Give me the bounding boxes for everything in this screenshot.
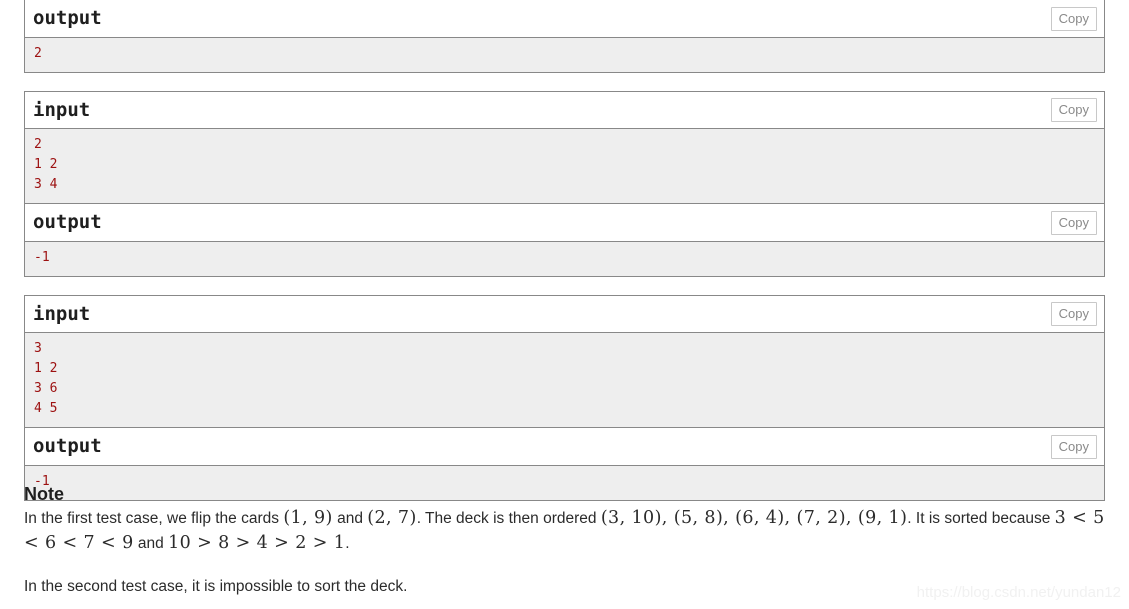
sample-test-block: output Copy 2 <box>24 0 1105 73</box>
note-text-seg: . The deck is then ordered <box>416 510 601 527</box>
copy-button[interactable]: Copy <box>1050 210 1097 235</box>
note-text-seg: and <box>332 510 368 527</box>
output-content: 2 <box>24 38 1105 73</box>
input-content: 3 1 2 3 6 4 5 <box>24 333 1105 428</box>
copy-button[interactable]: Copy <box>1050 434 1097 459</box>
watermark: https://blog.csdn.net/yundan12 <box>916 584 1121 601</box>
note-heading: Note <box>24 484 64 504</box>
sample-test-block: input Copy 3 1 2 3 6 4 5 output Copy -1 <box>24 295 1105 501</box>
note-math-expression: (1, 9) <box>283 508 333 528</box>
note-text-seg: and <box>133 535 169 552</box>
note-text-seg: . <box>345 535 350 552</box>
output-content: -1 <box>24 242 1105 277</box>
sample-tests: output Copy 2 input Copy 2 1 2 3 4 outpu… <box>24 0 1105 501</box>
copy-button[interactable]: Copy <box>1050 302 1097 326</box>
note-math-expression: 10 > 8 > 4 > 2 > 1 <box>168 533 346 553</box>
output-title-bar: output Copy <box>24 428 1105 466</box>
input-content: 2 1 2 3 4 <box>24 129 1105 204</box>
note-text-seg: . It is sorted because <box>907 510 1055 527</box>
note-math-expression: (3, 10), (5, 8), (6, 4), (7, 2), (9, 1) <box>600 508 908 528</box>
io-title-label: input <box>33 98 91 121</box>
sample-test-block: input Copy 2 1 2 3 4 output Copy -1 <box>24 91 1105 277</box>
io-title-label: output <box>33 211 102 233</box>
output-title-bar: output Copy <box>24 204 1105 242</box>
note-section: Note In the first test case, we flip the… <box>24 483 1109 599</box>
io-title-label: input <box>33 302 91 325</box>
io-title-label: output <box>33 7 102 29</box>
io-title-label: output <box>33 435 102 457</box>
note-text-seg: In the first test case, we flip the card… <box>24 510 284 527</box>
input-title-bar: input Copy <box>24 91 1105 129</box>
output-title-bar: output Copy <box>24 0 1105 38</box>
input-title-bar: input Copy <box>24 295 1105 333</box>
copy-button[interactable]: Copy <box>1050 98 1097 122</box>
note-paragraph-1: In the first test case, we flip the card… <box>24 506 1109 556</box>
note-math-expression: (2, 7) <box>367 508 417 528</box>
copy-button[interactable]: Copy <box>1050 6 1097 31</box>
